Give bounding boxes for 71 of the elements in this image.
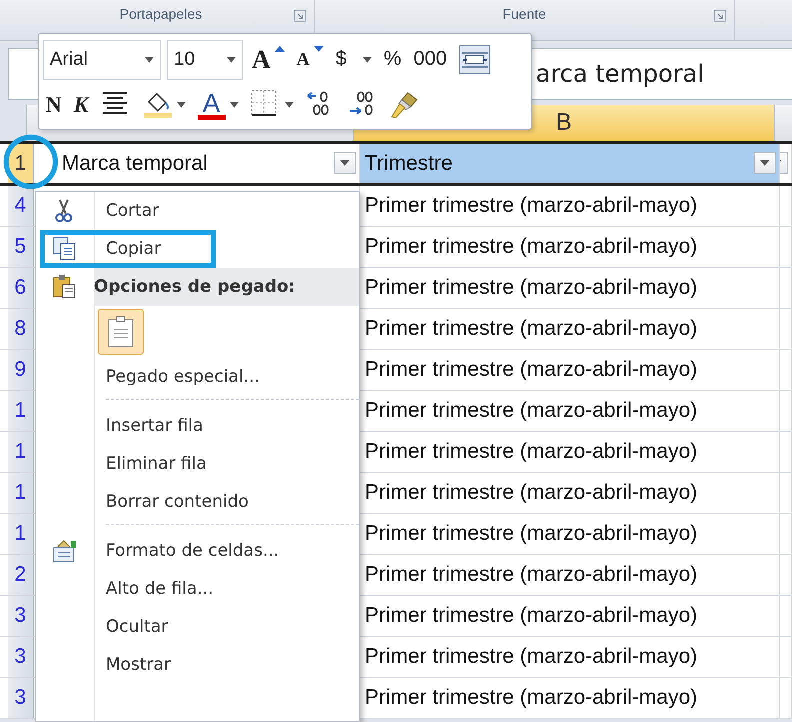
group-label: Fuente bbox=[502, 6, 546, 22]
down-triangle-icon bbox=[314, 46, 324, 52]
table-cell: Primer trimestre (marzo-abril-mayo) bbox=[365, 481, 698, 505]
table-cell: Primer trimestre (marzo-abril-mayo) bbox=[365, 522, 698, 546]
font-dropdown[interactable]: Arial bbox=[43, 40, 161, 80]
up-triangle-icon bbox=[274, 46, 285, 52]
dropdown-arrow-icon bbox=[340, 160, 350, 166]
table-cell: Primer trimestre (marzo-abril-mayo) bbox=[365, 563, 698, 587]
format-button[interactable]: % bbox=[380, 42, 405, 78]
format-button[interactable]: $ bbox=[332, 42, 375, 78]
table-cell: Primer trimestre (marzo-abril-mayo) bbox=[365, 604, 698, 628]
menu-item[interactable]: Cortar bbox=[36, 192, 359, 230]
row-header[interactable]: 9 bbox=[8, 350, 34, 390]
row-header[interactable]: 2 bbox=[8, 555, 34, 595]
menu-item[interactable]: Borrar contenido bbox=[36, 483, 359, 521]
filter-button[interactable] bbox=[754, 152, 776, 174]
filter-button[interactable] bbox=[334, 152, 356, 174]
row-header[interactable]: 1 bbox=[8, 473, 34, 513]
dialog-launcher-icon[interactable] bbox=[714, 10, 726, 22]
table-cell: Primer trimestre (marzo-abril-mayo) bbox=[365, 194, 698, 218]
clipboard-icon bbox=[52, 274, 78, 300]
color-bar-icon bbox=[198, 114, 226, 120]
table-cell: Primer trimestre (marzo-abril-mayo) bbox=[365, 317, 698, 341]
row-header[interactable]: 1 bbox=[8, 432, 34, 472]
row-header[interactable]: 5 bbox=[8, 227, 34, 267]
heading-text: Opciones de pegado: bbox=[94, 277, 296, 297]
table-cell: Primer trimestre (marzo-abril-mayo) bbox=[365, 276, 698, 300]
font-size-dropdown[interactable]: 10 bbox=[167, 40, 243, 80]
table-cell: Primer trimestre (marzo-abril-mayo) bbox=[365, 358, 698, 382]
table-cell: Primer trimestre (marzo-abril-mayo) bbox=[365, 399, 698, 423]
dropdown-arrow-icon bbox=[227, 56, 236, 63]
menu-item[interactable]: Formato de celdas... bbox=[36, 532, 359, 570]
table-cell: Primer trimestre (marzo-abril-mayo) bbox=[365, 440, 698, 464]
dropdown-arrow-icon bbox=[760, 160, 770, 166]
row-header[interactable]: 6 bbox=[8, 268, 34, 308]
table-cell: Marca temporal bbox=[62, 152, 208, 176]
menu-item[interactable]: Ocultar bbox=[36, 608, 359, 646]
selected-cell[interactable]: Trimestre bbox=[360, 144, 780, 183]
table-cell: Primer trimestre (marzo-abril-mayo) bbox=[365, 645, 698, 669]
dropdown-arrow-icon bbox=[145, 56, 154, 63]
row-header[interactable]: 1 bbox=[8, 514, 34, 554]
shrink-font-button[interactable]: A bbox=[294, 42, 327, 78]
table-cell: Primer trimestre (marzo-abril-mayo) bbox=[365, 686, 698, 710]
bold-button[interactable]: N bbox=[43, 87, 65, 124]
menu-item[interactable]: Pegado especial... bbox=[36, 358, 359, 396]
paste-button[interactable] bbox=[98, 309, 144, 355]
row-header[interactable]: 3 bbox=[8, 637, 34, 677]
row-header[interactable]: 4 bbox=[8, 186, 34, 226]
format-button[interactable]: 000 bbox=[410, 42, 450, 78]
italic-button[interactable]: K bbox=[70, 87, 92, 124]
menu-item[interactable]: Eliminar fila bbox=[36, 445, 359, 483]
font-color-button[interactable]: A bbox=[194, 87, 242, 124]
grow-font-button[interactable]: A bbox=[249, 42, 288, 78]
format-cells-icon bbox=[52, 538, 78, 564]
row-header[interactable]: 1 bbox=[8, 391, 34, 431]
formula-text: arca temporal bbox=[536, 60, 704, 88]
menu-item[interactable]: Copiar bbox=[36, 230, 359, 268]
table-cell: Primer trimestre (marzo-abril-mayo) bbox=[365, 235, 698, 259]
paint-bucket-icon bbox=[142, 90, 173, 120]
menu-item[interactable]: Insertar fila bbox=[36, 407, 359, 445]
clipboard-page-icon bbox=[108, 316, 134, 348]
wrap-text-icon bbox=[459, 44, 492, 75]
copy-icon bbox=[52, 236, 78, 262]
dialog-launcher-icon[interactable] bbox=[294, 10, 306, 22]
menu-item[interactable]: Mostrar bbox=[36, 646, 359, 684]
group-label: Portapapeles bbox=[120, 6, 202, 22]
row-header[interactable]: 3 bbox=[8, 596, 34, 636]
paintbrush-icon bbox=[390, 90, 420, 120]
row-header[interactable]: 3 bbox=[8, 678, 34, 718]
row-header[interactable]: 8 bbox=[8, 309, 34, 349]
menu-item[interactable]: Alto de fila... bbox=[36, 570, 359, 608]
